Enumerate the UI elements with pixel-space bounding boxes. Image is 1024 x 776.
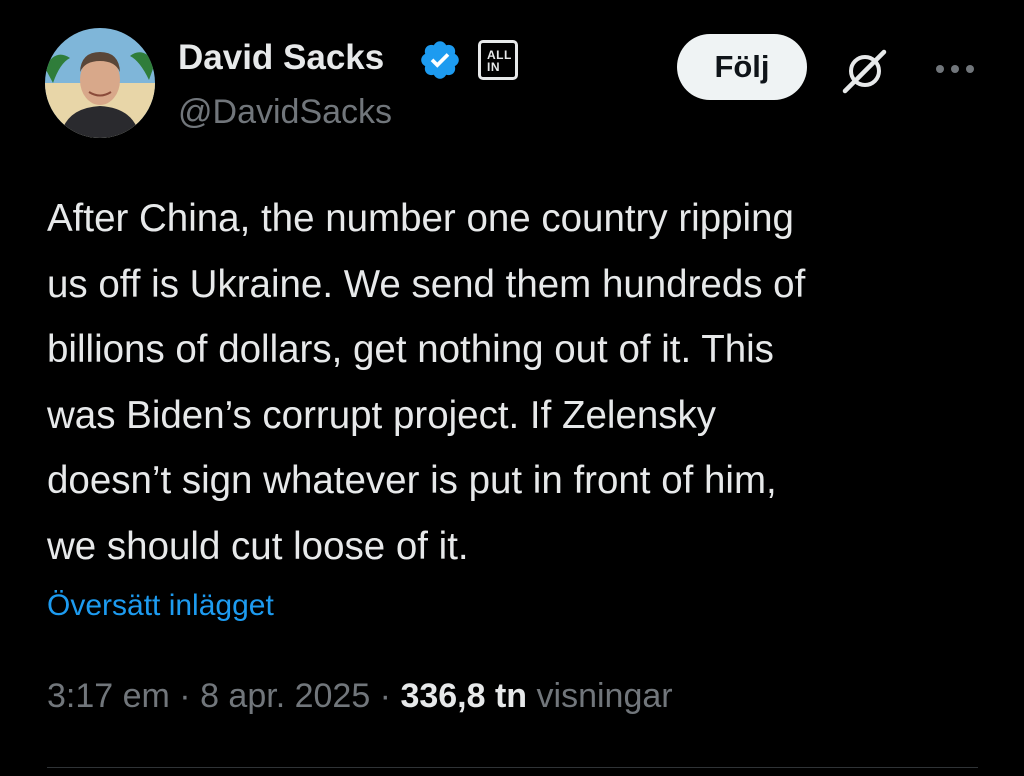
meta-separator: · <box>370 677 401 715</box>
tweet-time[interactable]: 3:17 em <box>47 677 170 715</box>
tweet-text-line: billions of dollars, get nothing out of … <box>47 328 774 371</box>
tweet-text-line: After China, the number one country ripp… <box>47 197 794 240</box>
affiliate-badge-line-2: IN <box>487 60 500 74</box>
tweet-date[interactable]: 8 apr. 2025 <box>200 677 370 715</box>
divider <box>47 767 978 768</box>
tweet-text-line: was Biden’s corrupt project. If Zelensky <box>47 393 717 437</box>
view-count: 336,8 tn <box>400 677 528 715</box>
user-handle[interactable]: @DavidSacks <box>178 90 392 134</box>
tweet-meta: 3:17 em · 8 apr. 2025 · 336,8 tn visning… <box>47 674 673 718</box>
verified-badge-icon <box>421 41 459 79</box>
follow-button[interactable]: Följ <box>677 34 807 100</box>
tweet-text-line: doesn’t sign whatever is put in front of… <box>47 459 777 502</box>
affiliate-badge[interactable]: ALL IN <box>478 40 518 80</box>
translate-post-link[interactable]: Översätt inlägget <box>47 586 274 626</box>
avatar-image <box>45 28 155 138</box>
avatar[interactable] <box>45 28 155 138</box>
meta-separator: · <box>169 677 201 715</box>
tweet-text-line: us off is Ukraine. We send them hundreds… <box>47 262 806 306</box>
display-name[interactable]: David Sacks <box>178 36 384 80</box>
views-label: visningar <box>536 677 673 715</box>
more-icon[interactable] <box>930 54 980 84</box>
tweet-text-line: we should cut loose of it. <box>47 524 469 568</box>
tweet-text: After China, the number one country ripp… <box>47 186 987 579</box>
grok-icon[interactable] <box>840 46 890 96</box>
